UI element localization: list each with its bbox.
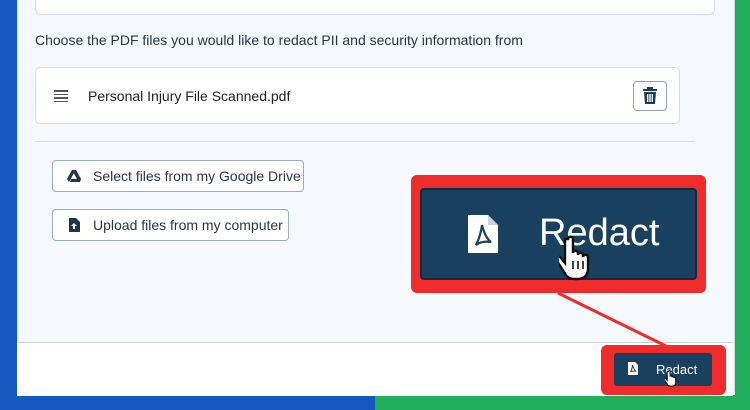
file-name: Personal Injury File Scanned.pdf xyxy=(88,88,291,104)
redact-button-zoomed[interactable]: Redact xyxy=(420,188,697,281)
google-drive-button[interactable]: Select files from my Google Drive xyxy=(52,160,304,192)
trash-icon xyxy=(643,87,657,104)
upload-button-label: Upload files from my computer xyxy=(93,217,283,233)
hand-pointer-cursor-icon xyxy=(559,235,590,281)
pdf-file-icon xyxy=(628,362,638,375)
instructions-text: Choose the PDF files you would like to r… xyxy=(35,32,523,48)
top-card xyxy=(35,0,715,15)
redact-button-zoomed-label: Redact xyxy=(539,212,660,254)
redact-button[interactable]: Redact xyxy=(614,353,712,387)
upload-button[interactable]: Upload files from my computer xyxy=(52,209,289,241)
file-item: Personal Injury File Scanned.pdf xyxy=(35,67,680,124)
google-drive-icon xyxy=(67,170,81,182)
google-drive-button-label: Select files from my Google Drive xyxy=(93,168,301,184)
divider xyxy=(35,141,695,142)
pdf-file-icon xyxy=(468,215,498,253)
zoom-callout-highlight: Redact xyxy=(411,175,706,293)
delete-file-button[interactable] xyxy=(633,81,667,111)
file-upload-icon xyxy=(69,218,80,232)
redact-highlight: Redact xyxy=(601,345,726,395)
drag-handle-icon[interactable] xyxy=(54,90,68,102)
hand-pointer-cursor-icon xyxy=(665,370,677,387)
